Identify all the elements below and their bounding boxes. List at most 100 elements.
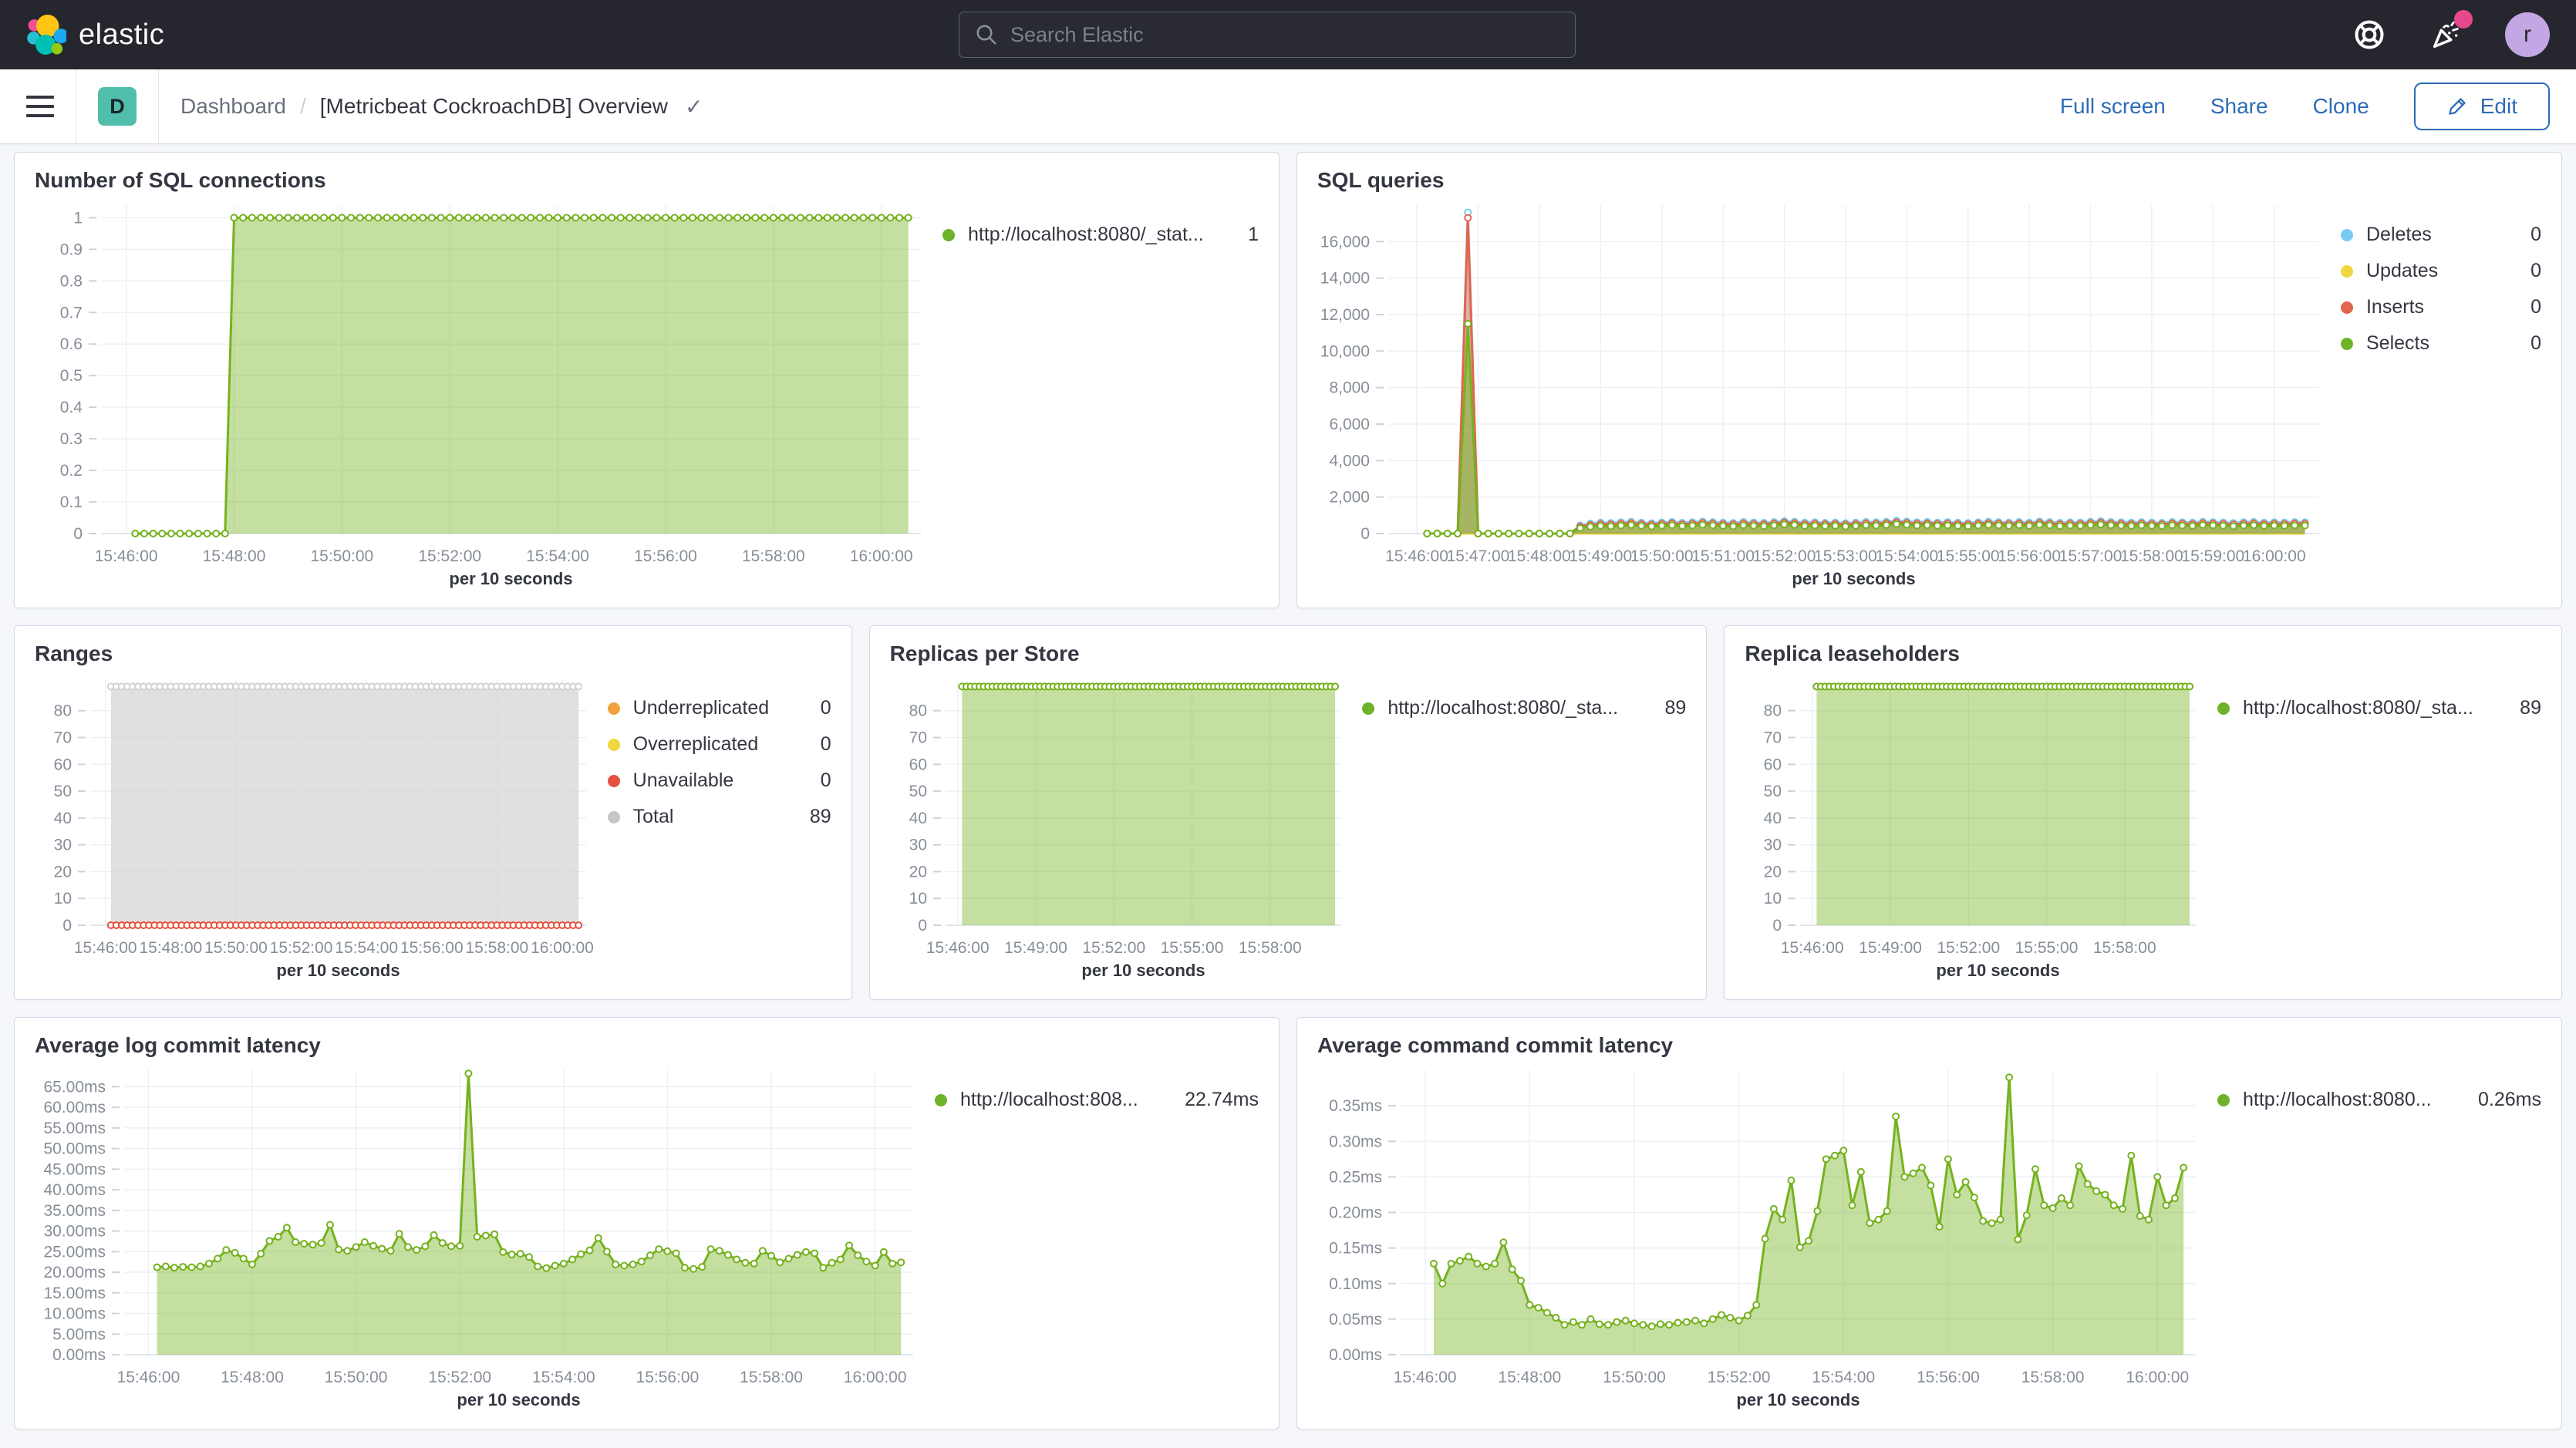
- legend-value: 0: [2514, 296, 2541, 318]
- sql-queries-chart[interactable]: 15:46:0015:47:0015:48:0015:49:0015:50:00…: [1317, 194, 2333, 592]
- svg-text:0.2: 0.2: [60, 462, 83, 480]
- svg-text:0.5: 0.5: [60, 367, 83, 385]
- panel-title: Replica leaseholders: [1745, 641, 2541, 666]
- svg-text:50: 50: [54, 783, 72, 800]
- legend-dot: [2217, 702, 2230, 715]
- search-icon: [975, 23, 998, 46]
- chart-legend: http://localhost:808... 22.74ms: [927, 1059, 1259, 1413]
- svg-text:80: 80: [1764, 702, 1782, 720]
- legend-label: Selects: [2366, 332, 2429, 355]
- svg-text:per 10 seconds: per 10 seconds: [449, 569, 572, 588]
- svg-text:65.00ms: 65.00ms: [43, 1078, 106, 1096]
- svg-text:15:56:00: 15:56:00: [636, 1369, 700, 1386]
- cmd-commit-latency-chart[interactable]: 15:46:0015:48:0015:50:0015:52:0015:54:00…: [1317, 1059, 2210, 1413]
- share-button[interactable]: Share: [2210, 94, 2268, 119]
- svg-text:35.00ms: 35.00ms: [43, 1202, 106, 1220]
- legend-label: Deletes: [2366, 224, 2432, 246]
- legend-value: 89: [1648, 697, 1687, 719]
- svg-text:15:52:00: 15:52:00: [428, 1369, 491, 1386]
- clone-button[interactable]: Clone: [2313, 94, 2369, 119]
- svg-text:30: 30: [54, 837, 72, 854]
- svg-text:15:57:00: 15:57:00: [2059, 547, 2123, 565]
- legend-label: Overreplicated: [633, 733, 759, 756]
- svg-text:15:55:00: 15:55:00: [1937, 547, 2000, 565]
- svg-text:15:46:00: 15:46:00: [1385, 547, 1448, 565]
- breadcrumb: Dashboard / [Metricbeat CockroachDB] Ove…: [180, 94, 703, 120]
- legend-label: http://localhost:8080/_sta...: [1387, 697, 1618, 719]
- help-button[interactable]: [2351, 16, 2388, 53]
- dashboard-badge[interactable]: D: [98, 87, 137, 126]
- svg-text:0.35ms: 0.35ms: [1329, 1097, 1382, 1115]
- menu-button[interactable]: [26, 96, 54, 117]
- ranges-chart[interactable]: 15:46:0015:48:0015:50:0015:52:0015:54:00…: [35, 668, 600, 984]
- svg-text:15:50:00: 15:50:00: [325, 1369, 388, 1386]
- legend-item[interactable]: Total 89: [608, 806, 831, 828]
- svg-text:15:59:00: 15:59:00: [2181, 547, 2244, 565]
- svg-text:40.00ms: 40.00ms: [43, 1181, 106, 1199]
- svg-text:6,000: 6,000: [1329, 416, 1370, 433]
- legend-item[interactable]: Inserts 0: [2341, 296, 2541, 318]
- svg-text:50: 50: [1764, 783, 1782, 800]
- svg-text:15:58:00: 15:58:00: [465, 939, 528, 957]
- legend-item[interactable]: http://localhost:8080... 0.26ms: [2217, 1089, 2541, 1111]
- svg-text:40: 40: [1764, 810, 1782, 827]
- log-commit-latency-chart[interactable]: 15:46:0015:48:0015:50:0015:52:0015:54:00…: [35, 1059, 927, 1413]
- legend-value: 89: [793, 806, 831, 828]
- svg-text:15:48:00: 15:48:00: [139, 939, 202, 957]
- svg-text:15:58:00: 15:58:00: [742, 547, 805, 565]
- legend-label: Unavailable: [633, 769, 734, 792]
- panel-replicas-per-store: Replicas per Store 15:46:0015:49:0015:52…: [869, 625, 1708, 1000]
- svg-text:15:56:00: 15:56:00: [634, 547, 697, 565]
- edit-button[interactable]: Edit: [2414, 83, 2550, 130]
- svg-text:30: 30: [909, 837, 926, 854]
- svg-text:30.00ms: 30.00ms: [43, 1223, 106, 1241]
- legend-dot: [2341, 338, 2353, 350]
- svg-text:15:58:00: 15:58:00: [2021, 1369, 2085, 1386]
- svg-text:16:00:00: 16:00:00: [2126, 1369, 2189, 1386]
- elastic-logo[interactable]: elastic: [26, 15, 164, 55]
- whats-new-button[interactable]: [2428, 16, 2465, 53]
- legend-item[interactable]: Underreplicated 0: [608, 697, 831, 719]
- legend-value: 1: [1231, 224, 1259, 246]
- svg-text:15:52:00: 15:52:00: [1708, 1369, 1771, 1386]
- pencil-icon: [2446, 96, 2468, 117]
- svg-text:15:58:00: 15:58:00: [2120, 547, 2183, 565]
- chart-legend: http://localhost:8080/_stat... 1: [935, 194, 1259, 592]
- replica-leaseholders-chart[interactable]: 15:46:0015:49:0015:52:0015:55:0015:58:00…: [1745, 668, 2210, 984]
- legend-item[interactable]: http://localhost:8080/_sta... 89: [2217, 697, 2541, 719]
- svg-text:10: 10: [54, 890, 72, 908]
- svg-text:15:47:00: 15:47:00: [1447, 547, 1510, 565]
- legend-label: http://localhost:808...: [960, 1089, 1138, 1111]
- sql-connections-chart[interactable]: 15:46:0015:48:0015:50:0015:52:0015:54:00…: [35, 194, 935, 592]
- legend-item[interactable]: Selects 0: [2341, 332, 2541, 355]
- global-search[interactable]: [959, 12, 1576, 58]
- legend-item[interactable]: Unavailable 0: [608, 769, 831, 792]
- svg-text:16:00:00: 16:00:00: [531, 939, 594, 957]
- breadcrumb-dashboard[interactable]: Dashboard: [180, 94, 286, 119]
- svg-text:15:50:00: 15:50:00: [310, 547, 373, 565]
- svg-text:12,000: 12,000: [1320, 306, 1370, 324]
- svg-text:per 10 seconds: per 10 seconds: [1736, 1390, 1860, 1409]
- svg-text:0.9: 0.9: [60, 241, 83, 258]
- full-screen-button[interactable]: Full screen: [2060, 94, 2166, 119]
- legend-item[interactable]: Updates 0: [2341, 260, 2541, 282]
- svg-text:0.6: 0.6: [60, 335, 83, 353]
- legend-label: http://localhost:8080/_stat...: [968, 224, 1204, 246]
- legend-item[interactable]: Deletes 0: [2341, 224, 2541, 246]
- svg-text:0.15ms: 0.15ms: [1329, 1240, 1382, 1258]
- legend-item[interactable]: Overreplicated 0: [608, 733, 831, 756]
- legend-item[interactable]: http://localhost:8080/_sta... 89: [1362, 697, 1686, 719]
- svg-text:15:46:00: 15:46:00: [95, 547, 158, 565]
- legend-item[interactable]: http://localhost:808... 22.74ms: [935, 1089, 1259, 1111]
- svg-text:15:51:00: 15:51:00: [1691, 547, 1755, 565]
- svg-text:15:48:00: 15:48:00: [203, 547, 266, 565]
- legend-item[interactable]: http://localhost:8080/_stat... 1: [942, 224, 1259, 246]
- legend-value: 0: [804, 733, 831, 756]
- svg-text:15:52:00: 15:52:00: [1753, 547, 1816, 565]
- search-input[interactable]: [1010, 23, 1559, 47]
- replicas-per-store-chart[interactable]: 15:46:0015:49:0015:52:0015:55:0015:58:00…: [890, 668, 1355, 984]
- legend-dot: [2341, 229, 2353, 241]
- svg-text:15:54:00: 15:54:00: [1875, 547, 1938, 565]
- legend-dot: [2341, 301, 2353, 314]
- user-avatar[interactable]: r: [2505, 12, 2550, 57]
